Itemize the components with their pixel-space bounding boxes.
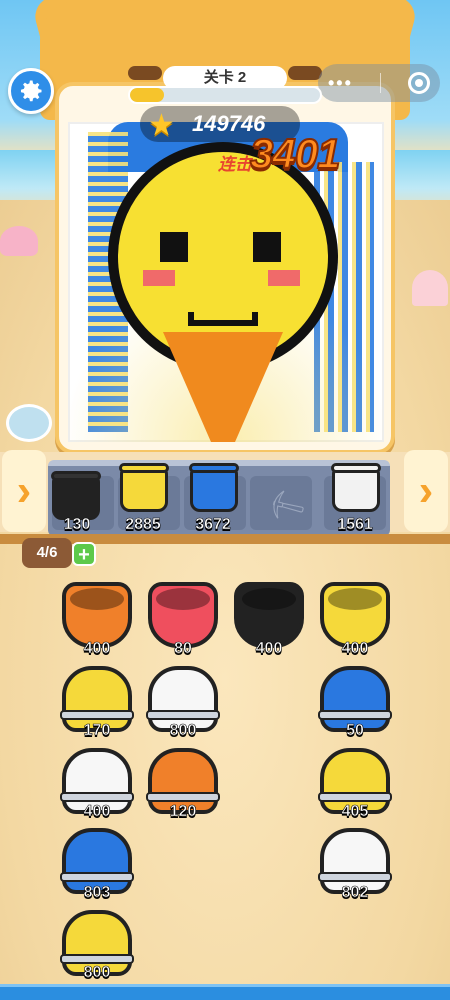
- belt-count: 2885: [125, 516, 161, 534]
- level-progress-fill: [130, 88, 165, 102]
- settings-button[interactable]: [8, 68, 54, 114]
- level-progress-bar: [128, 86, 322, 104]
- belt-count: 1561: [337, 516, 373, 534]
- bucket-count: 405: [341, 803, 369, 821]
- bucket-count: 400: [83, 803, 111, 821]
- bucket-count: 50: [346, 722, 364, 740]
- bucket-count: 400: [341, 640, 369, 658]
- bucket-count: 803: [83, 884, 111, 902]
- capsule-divider: [379, 73, 381, 93]
- more-dots-icon[interactable]: •••: [328, 73, 353, 94]
- belt-count: 130: [63, 516, 91, 534]
- plus-icon: +: [78, 544, 90, 566]
- scroll-right-button[interactable]: ›: [404, 450, 448, 532]
- belt-bucket-blue[interactable]: [189, 463, 239, 512]
- belt-count: 3672: [195, 516, 231, 534]
- bucket-count: 400: [83, 640, 111, 658]
- target-circle-icon[interactable]: [408, 72, 430, 94]
- blue-shell-decoration: [6, 404, 52, 442]
- gear-icon: [20, 80, 42, 102]
- bottom-water-bar: [0, 984, 450, 1000]
- chevron-right-icon: ›: [418, 466, 434, 515]
- cat-eye-right: [288, 66, 322, 80]
- combo-label: 连击: [218, 155, 252, 174]
- belt-bucket-black[interactable]: [51, 471, 101, 520]
- chevron-left-icon: ›: [16, 466, 32, 515]
- add-slot-button[interactable]: +: [72, 542, 96, 566]
- bucket-count: 80: [174, 640, 192, 658]
- cat-eye-left: [128, 66, 162, 80]
- belt-bucket-white[interactable]: [331, 463, 381, 512]
- bucket-count: 120: [169, 803, 197, 821]
- combo-value: 3401: [249, 129, 341, 178]
- pink-shell-decoration: [412, 270, 448, 306]
- star-icon: ★: [148, 109, 175, 142]
- bucket-count: 170: [83, 722, 111, 740]
- scroll-left-button[interactable]: ›: [2, 450, 46, 532]
- bucket-count: 400: [255, 640, 283, 658]
- slot-counter: 4/6: [22, 538, 72, 568]
- bucket-count: 800: [83, 964, 111, 982]
- bucket-count: 802: [341, 884, 369, 902]
- bucket-count: 800: [169, 722, 197, 740]
- mini-program-capsule: •••: [318, 64, 440, 102]
- belt-bucket-yellow[interactable]: [119, 463, 169, 512]
- pink-shell-decoration: [0, 226, 38, 256]
